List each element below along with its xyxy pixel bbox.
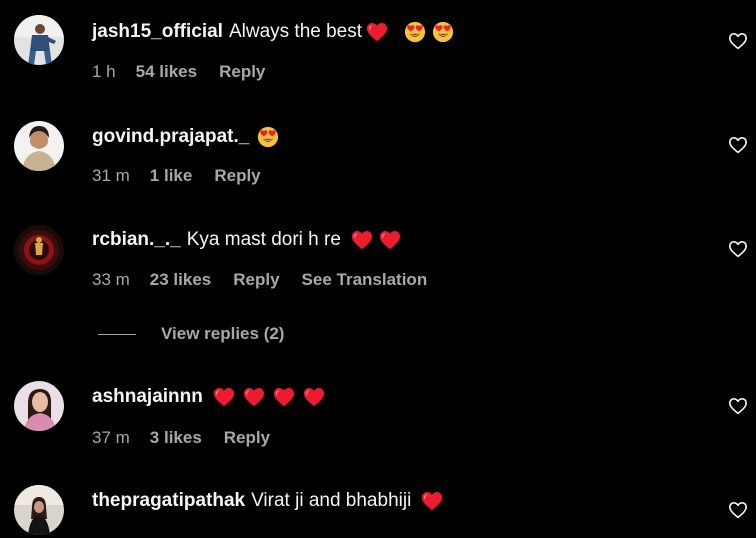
username[interactable]: ashnajainnn [92,386,203,408]
username[interactable]: rcbian._._ [92,229,181,251]
comment-text: Always the best [228,21,363,42]
avatar[interactable] [14,121,64,171]
view-replies-button[interactable]: View replies (2) [98,322,284,346]
see-translation-button[interactable]: See Translation [302,270,428,290]
red-heart-icon [351,229,373,251]
red-heart-icon [213,386,235,408]
comment-text: Virat ji and bhabhiji [251,490,412,511]
avatar[interactable] [14,225,64,275]
username[interactable]: jash15_official [92,21,223,43]
likes-count[interactable]: 54 likes [136,62,197,82]
comment-time: 31 m [92,166,130,185]
red-heart-icon [243,386,265,408]
red-heart-icon [366,21,388,43]
red-heart-icon [379,229,401,251]
reply-button[interactable]: Reply [224,428,270,448]
red-heart-icon [303,386,325,408]
heart-eyes-icon [257,126,279,148]
heart-eyes-icon [404,21,426,43]
avatar[interactable] [14,15,64,65]
reply-button[interactable]: Reply [233,270,279,290]
heart-outline-icon[interactable] [728,240,748,258]
heart-outline-icon[interactable] [728,136,748,154]
divider-line [98,333,136,335]
heart-outline-icon[interactable] [728,32,748,50]
username[interactable]: thepragatipathak [92,490,245,512]
heart-outline-icon[interactable] [728,501,748,519]
comment-time: 1 h [92,62,116,81]
red-heart-icon [273,386,295,408]
username[interactable]: govind.prajapat._ [92,126,249,148]
heart-eyes-icon [432,21,454,43]
comment-time: 33 m [92,270,130,289]
avatar[interactable] [14,381,64,431]
likes-count[interactable]: 23 likes [150,270,211,290]
reply-button[interactable]: Reply [214,166,260,186]
view-replies-label: View replies (2) [161,324,285,343]
avatar[interactable] [14,485,64,535]
likes-count[interactable]: 3 likes [150,428,202,448]
heart-outline-icon[interactable] [728,397,748,415]
comment-time: 37 m [92,428,130,447]
comment-text: Kya mast dori h re [186,229,341,250]
likes-count[interactable]: 1 like [150,166,193,186]
red-heart-icon [421,490,443,512]
reply-button[interactable]: Reply [219,62,265,82]
